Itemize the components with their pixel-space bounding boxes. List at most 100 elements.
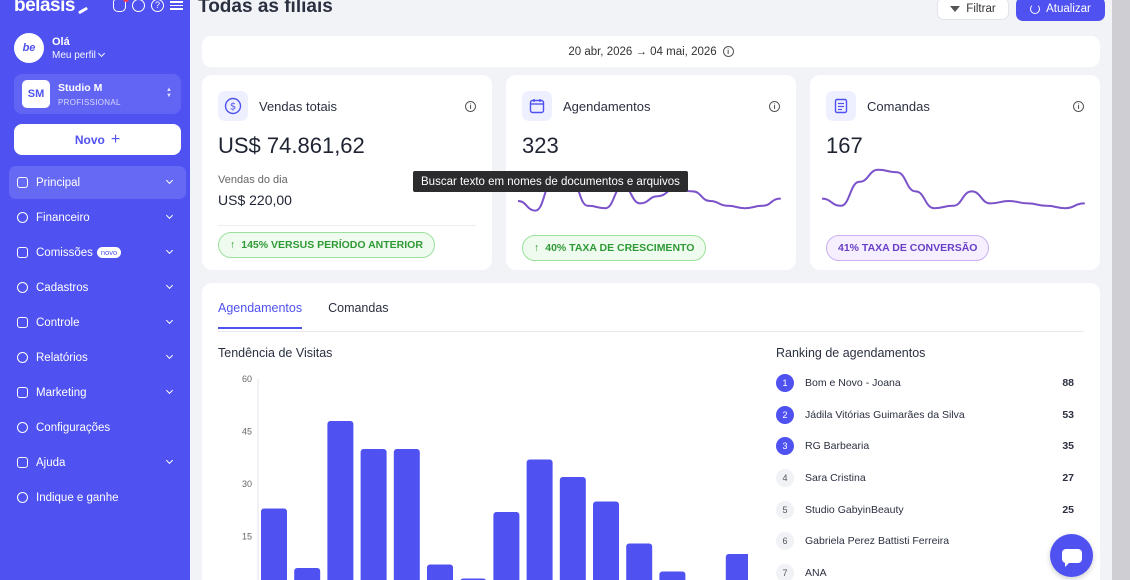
bar[interactable] xyxy=(327,421,354,580)
bar[interactable] xyxy=(427,564,453,580)
my-profile-link[interactable]: Meu perfil xyxy=(52,49,105,61)
chevron-down-icon xyxy=(165,386,174,395)
sidebar-item-label: Configurações xyxy=(36,421,111,434)
card-title: Comandas xyxy=(867,99,930,114)
sidebar-item-comiss-es[interactable]: Comissões novo xyxy=(9,236,186,269)
info-icon[interactable]: i xyxy=(1073,101,1084,112)
rank-name: Bom e Novo - Joana xyxy=(805,376,901,389)
rank-name: RG Barbearia xyxy=(805,440,870,453)
dollar-icon xyxy=(17,212,28,223)
tooltip: Buscar texto em nomes de documentos e ar… xyxy=(413,171,688,192)
growth-pill: ↑ 40% TAXA DE CRESCIMENTO xyxy=(522,235,707,261)
window-edge xyxy=(1112,0,1130,580)
main-panel: Agendamentos Comandas Tendência de Visit… xyxy=(202,283,1100,580)
sidebar-item-configura-es[interactable]: Configurações xyxy=(9,411,186,444)
bar[interactable] xyxy=(493,512,520,580)
ranking-row: 1 Bom e Novo - Joana 88 xyxy=(776,367,1076,399)
tab-bar: Agendamentos Comandas xyxy=(218,301,389,329)
y-tick-label: 15 xyxy=(242,532,252,542)
bar[interactable] xyxy=(626,543,653,580)
info-icon[interactable]: i xyxy=(769,101,780,112)
rank-value: 53 xyxy=(1062,408,1074,421)
sidebar-item-indique-e-ganhe[interactable]: Indique e ganhe xyxy=(9,481,186,514)
date-range-text: 20 abr, 2026 → 04 mai, 2026 xyxy=(568,45,717,58)
user-profile[interactable]: be Olá Meu perfil xyxy=(14,33,105,63)
ranking-list: 1 Bom e Novo - Joana 88 2 Jádila Vitórias Gu… xyxy=(776,367,1076,580)
card-title: Agendamentos xyxy=(563,99,651,114)
card-value: 167 xyxy=(826,133,863,158)
divider xyxy=(218,225,476,226)
rank-position: 5 xyxy=(776,500,794,519)
ranking-row: 4 Sara Cristina 27 xyxy=(776,462,1076,494)
refresh-button[interactable]: Atualizar xyxy=(1016,0,1105,21)
brand-logo[interactable]: belasis xyxy=(14,0,89,18)
bell-icon[interactable] xyxy=(113,0,129,12)
sidebar-item-relat-rios[interactable]: Relatórios xyxy=(9,341,186,374)
sidebar-item-label: Marketing xyxy=(36,386,87,399)
help-circle-icon[interactable]: ? xyxy=(151,0,164,12)
date-range-picker[interactable]: 20 abr, 2026 → 04 mai, 2026 i xyxy=(202,36,1100,67)
ranking-row: 5 Studio GabyinBeauty 25 xyxy=(776,494,1076,526)
refresh-icon xyxy=(1030,4,1041,14)
grid-icon xyxy=(17,317,28,328)
sidebar-item-financeiro[interactable]: Financeiro xyxy=(9,201,186,234)
sidebar-item-label: Ajuda xyxy=(36,456,66,469)
bar[interactable] xyxy=(559,477,586,580)
rank-position: 3 xyxy=(776,437,794,456)
filter-button[interactable]: Filtrar xyxy=(937,0,1009,20)
sidebar-item-marketing[interactable]: Marketing xyxy=(9,376,186,409)
sidebar-item-ajuda[interactable]: Ajuda xyxy=(9,446,186,479)
whatsapp-icon[interactable] xyxy=(132,0,145,12)
sidebar-item-label: Financeiro xyxy=(36,211,90,224)
plus-icon: + xyxy=(110,130,121,148)
receipt-icon xyxy=(826,91,856,121)
info-icon[interactable]: i xyxy=(722,46,734,57)
rank-position: 6 xyxy=(776,532,794,551)
sidebar: belasis ? be Olá Meu perfil SM Studio M … xyxy=(0,0,190,580)
ranking-title: Ranking de agendamentos xyxy=(776,346,926,360)
visits-bar-chart: 60 45 30 15 xyxy=(242,374,748,580)
tab-comandas[interactable]: Comandas xyxy=(328,301,388,329)
bar[interactable] xyxy=(725,554,748,580)
studio-initials: SM xyxy=(22,80,50,108)
sidebar-item-cadastros[interactable]: Cadastros xyxy=(9,271,186,304)
bar[interactable] xyxy=(393,449,420,580)
page-title: Todas as filiais xyxy=(198,0,333,17)
tab-agendamentos[interactable]: Agendamentos xyxy=(218,301,303,329)
sidebar-item-label: Relatórios xyxy=(36,351,88,364)
sidebar-item-label: Comissões xyxy=(36,246,93,259)
studio-switcher[interactable]: SM Studio M PROFISSIONAL ▲ ▼ xyxy=(14,74,181,114)
bar[interactable] xyxy=(659,571,686,580)
bar[interactable] xyxy=(593,501,619,580)
chat-button[interactable] xyxy=(1050,534,1093,577)
bar[interactable] xyxy=(526,459,553,580)
chat-icon xyxy=(1061,548,1082,567)
chevron-down-icon xyxy=(165,246,174,255)
rank-name: ANA xyxy=(805,566,827,579)
sidebar-item-label: Principal xyxy=(36,176,81,189)
y-tick-label: 45 xyxy=(242,427,252,437)
arrow-up-icon: ↑ xyxy=(534,242,540,254)
rank-value: 25 xyxy=(1062,503,1074,516)
bar[interactable] xyxy=(294,568,321,580)
bar[interactable] xyxy=(261,508,287,580)
chevron-down-icon xyxy=(165,211,174,220)
info-icon[interactable]: i xyxy=(465,101,476,112)
bar[interactable] xyxy=(360,449,387,580)
sidebar-item-controle[interactable]: Controle xyxy=(9,306,186,339)
dollar-circle-icon: $ xyxy=(218,91,248,121)
growth-pill: ↑ 145% VERSUS PERÍODO ANTERIOR xyxy=(218,232,435,258)
menu-icon[interactable] xyxy=(170,0,183,12)
updown-chevron-icon: ▲ ▼ xyxy=(166,87,172,99)
sidebar-item-principal[interactable]: Principal xyxy=(9,166,186,199)
card-title: Vendas totais xyxy=(259,99,338,114)
home-icon xyxy=(17,177,28,188)
users-icon xyxy=(17,282,28,293)
rank-name: Jádila Vitórias Guimarães da Silva xyxy=(805,408,965,421)
ranking-row: 2 Jádila Vitórias Guimarães da Silva 53 xyxy=(776,399,1076,431)
conversion-pill: 41% TAXA DE CONVERSÃO xyxy=(826,235,990,261)
orders-card: Comandas i 167 41% TAXA DE CONVERSÃO xyxy=(810,75,1100,270)
sidebar-item-label: Controle xyxy=(36,316,80,329)
new-button[interactable]: Novo + xyxy=(14,124,181,155)
rank-position: 1 xyxy=(776,373,794,392)
